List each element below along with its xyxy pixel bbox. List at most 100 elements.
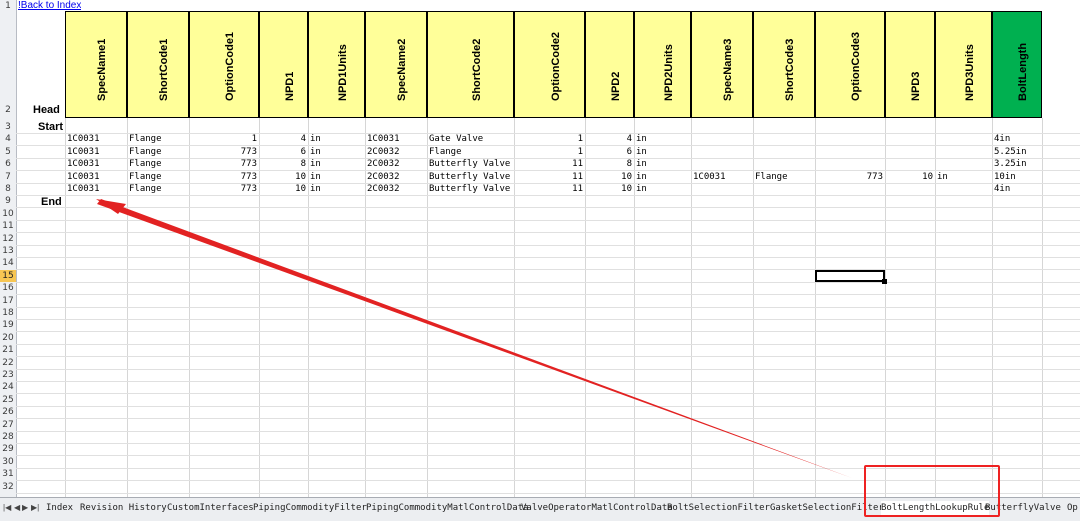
column-header-shortcode2[interactable]: ShortCode2 [427,11,514,118]
column-header-specname1[interactable]: SpecName1 [65,11,127,118]
table-cell[interactable]: 1C0031 [367,133,425,145]
table-cell[interactable]: 10 [261,171,306,183]
table-cell[interactable]: 773 [817,171,883,183]
table-cell[interactable]: Flange [129,171,187,183]
column-header-specname3[interactable]: SpecName3 [691,11,753,118]
table-cell[interactable]: in [310,133,363,145]
row-number[interactable]: 4 [0,133,16,145]
row-number[interactable]: 15 [0,269,16,282]
table-cell[interactable]: in [310,146,363,158]
row-number[interactable]: 5 [0,146,16,158]
table-cell[interactable]: 10 [587,183,632,195]
column-header-npd2units[interactable]: NPD2Units [634,11,691,118]
table-cell[interactable]: Flange [129,158,187,170]
row-number[interactable]: 14 [0,257,16,269]
table-cell[interactable]: 1C0031 [67,183,125,195]
table-cell[interactable]: Flange [429,146,512,158]
first-sheet-icon[interactable]: |◀ [3,503,11,512]
column-header-optioncode3[interactable]: OptionCode3 [815,11,885,118]
table-cell[interactable]: 773 [191,158,257,170]
sheet-tab[interactable]: Op [1067,501,1078,515]
fill-handle[interactable] [882,279,887,284]
table-cell[interactable]: 11 [516,171,583,183]
table-cell[interactable]: Flange [129,183,187,195]
row-number[interactable]: 17 [0,295,16,307]
prev-sheet-icon[interactable]: ◀ [14,503,20,512]
table-cell[interactable]: Flange [129,146,187,158]
sheet-tab[interactable]: CustomInterfaces [167,501,254,515]
table-cell[interactable]: 1 [191,133,257,145]
sheet-tab[interactable]: Index [46,501,73,515]
row-number[interactable]: 26 [0,406,16,418]
table-cell[interactable]: Flange [129,133,187,145]
table-cell[interactable]: 1 [516,146,583,158]
sheet-tab[interactable]: PipingCommodityMatlControlData [366,501,529,515]
table-cell[interactable]: 11 [516,158,583,170]
column-header-npd2[interactable]: NPD2 [585,11,634,118]
table-cell[interactable]: Butterfly Valve [429,171,512,183]
row-number[interactable]: 30 [0,456,16,468]
column-header-npd3[interactable]: NPD3 [885,11,935,118]
column-header-boltlength[interactable]: BoltLength [992,11,1042,118]
table-cell[interactable]: 773 [191,146,257,158]
table-cell[interactable]: Butterfly Valve [429,158,512,170]
row-number[interactable]: 9 [0,195,16,207]
column-header-shortcode1[interactable]: ShortCode1 [127,11,189,118]
table-cell[interactable]: 10 [587,171,632,183]
row-number[interactable]: 19 [0,319,16,331]
sheet-tab[interactable]: BoltSelectionFilter [667,501,770,515]
sheet-tab[interactable]: ValveOperatorMatlControlData [521,501,673,515]
table-cell[interactable]: in [636,133,689,145]
table-cell[interactable]: Flange [755,171,813,183]
table-cell[interactable]: 8 [261,158,306,170]
table-cell[interactable]: in [310,171,363,183]
row-number[interactable]: 25 [0,394,16,406]
table-cell[interactable]: 1C0031 [67,146,125,158]
table-cell[interactable]: 2C0032 [367,183,425,195]
sheet-tab[interactable]: PipingCommodityFilter [253,501,367,515]
table-cell[interactable]: in [636,146,689,158]
row-number[interactable]: 11 [0,220,16,232]
column-header-optioncode2[interactable]: OptionCode2 [514,11,585,118]
row-number[interactable]: 13 [0,245,16,257]
table-cell[interactable]: 11 [516,183,583,195]
table-cell[interactable]: 2C0032 [367,158,425,170]
table-cell[interactable]: 6 [587,146,632,158]
column-header-optioncode1[interactable]: OptionCode1 [189,11,259,118]
table-cell[interactable]: in [636,183,689,195]
table-cell[interactable]: 773 [191,183,257,195]
table-cell[interactable]: in [636,158,689,170]
row-number[interactable]: 24 [0,381,16,393]
table-cell[interactable]: in [937,171,990,183]
column-header-npd3units[interactable]: NPD3Units [935,11,992,118]
spreadsheet-grid[interactable]: 1 2 3 4 5 6 7 8 9 10 11 12 13 14 15 16 17 18 19 20 21 22 23 24 2… [0,0,1080,497]
table-cell[interactable]: in [310,183,363,195]
table-cell[interactable]: in [636,171,689,183]
table-cell[interactable]: 4 [587,133,632,145]
table-cell[interactable]: 6 [261,146,306,158]
column-header-npd1[interactable]: NPD1 [259,11,308,118]
table-cell[interactable]: 1 [516,133,583,145]
table-cell[interactable]: 1C0031 [693,171,751,183]
table-cell[interactable]: 10 [261,183,306,195]
row-number[interactable]: 10 [0,208,16,220]
row-number[interactable]: 21 [0,344,16,356]
row-number[interactable]: 16 [0,282,16,294]
row-number[interactable]: 7 [0,171,16,183]
table-cell[interactable]: 1C0031 [67,158,125,170]
table-cell[interactable]: 10in [994,171,1040,183]
row-number[interactable]: 12 [0,233,16,245]
table-cell[interactable]: 4in [994,183,1040,195]
table-cell[interactable]: 2C0032 [367,146,425,158]
table-cell[interactable]: 3.25in [994,158,1040,170]
selected-cell[interactable] [815,270,885,282]
row-number[interactable]: 32 [0,481,16,493]
row-number[interactable]: 1 [0,0,16,12]
row-number[interactable]: 2 [0,104,16,116]
row-number[interactable]: 20 [0,332,16,344]
table-cell[interactable]: in [310,158,363,170]
row-number[interactable]: 8 [0,183,16,195]
next-sheet-icon[interactable]: ▶ [22,503,28,512]
row-number[interactable]: 28 [0,431,16,443]
sheet-tab[interactable]: Revision History [80,501,167,515]
